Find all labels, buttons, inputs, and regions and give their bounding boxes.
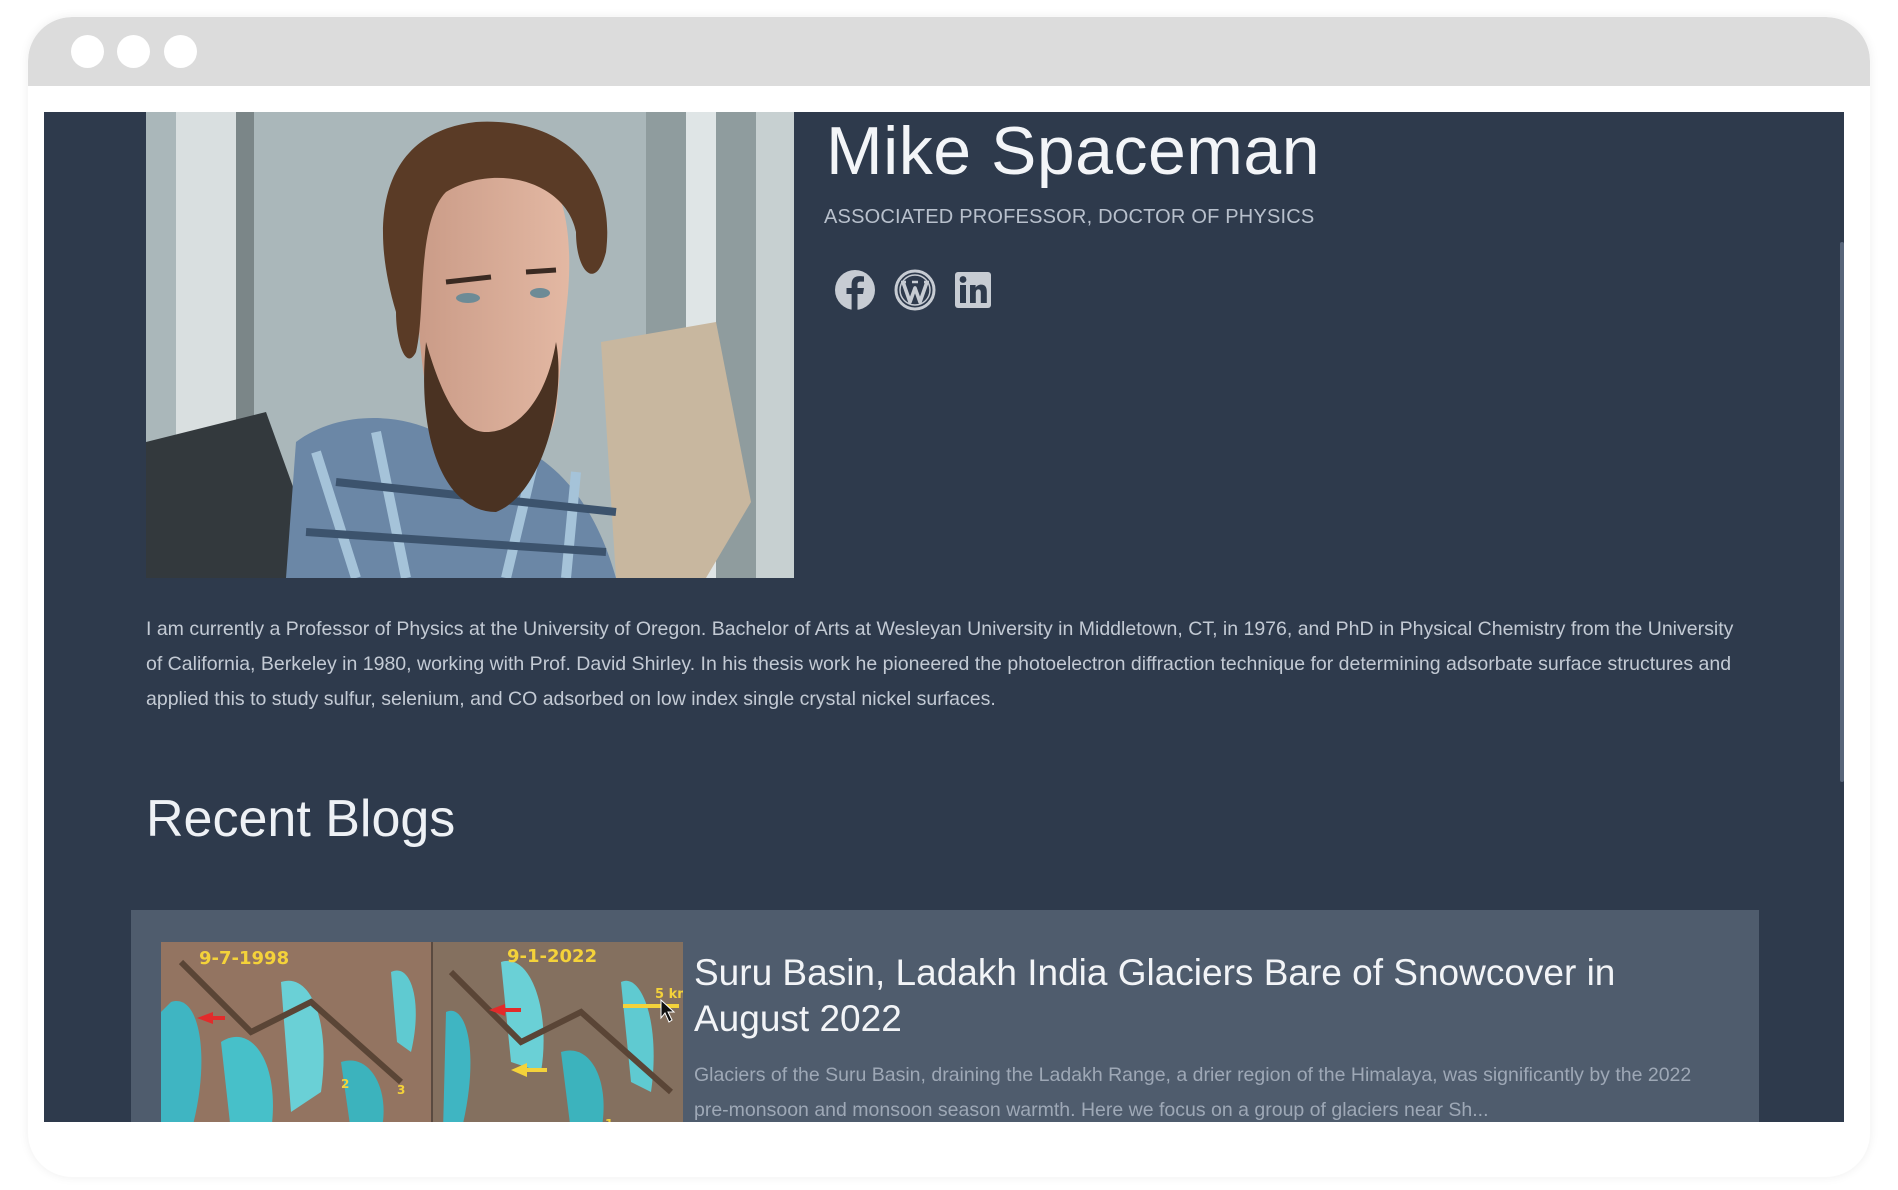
thumb-glacier-3: 3	[397, 1083, 405, 1097]
blog-thumbnail[interactable]: 9-7-1998 9-1-2022 5 km 2 3 1	[161, 942, 683, 1122]
profile-photo-image	[146, 112, 794, 578]
thumb-glacier-2: 2	[341, 1077, 349, 1091]
page-viewport: Mike Spaceman ASSOCIATED PROFESSOR, DOCT…	[44, 112, 1844, 1122]
profile-bio: I am currently a Professor of Physics at…	[146, 618, 1734, 710]
facebook-icon[interactable]	[832, 267, 878, 313]
profile-name: Mike Spaceman	[826, 113, 1321, 189]
profile-title: ASSOCIATED PROFESSOR, DOCTOR OF PHYSICS	[824, 206, 1315, 228]
window-titlebar	[28, 17, 1870, 86]
thumb-date-left: 9-7-1998	[199, 948, 289, 969]
blog-card[interactable]: 9-7-1998 9-1-2022 5 km 2 3 1 Suru Basin,…	[131, 910, 1759, 1122]
thumb-glacier-1: 1	[605, 1117, 613, 1122]
linkedin-icon[interactable]	[950, 267, 996, 313]
wordpress-icon[interactable]	[892, 267, 938, 313]
window-dot-3[interactable]	[164, 35, 197, 68]
blog-excerpt: Glaciers of the Suru Basin, draining the…	[694, 1064, 1692, 1121]
scrollbar[interactable]	[1840, 242, 1844, 782]
recent-blogs-heading: Recent Blogs	[146, 790, 456, 848]
window-dot-2[interactable]	[117, 35, 150, 68]
blog-title[interactable]: Suru Basin, Ladakh India Glaciers Bare o…	[694, 950, 1694, 1042]
window-dot-1[interactable]	[71, 35, 104, 68]
profile-photo	[146, 112, 794, 578]
thumb-date-right: 9-1-2022	[507, 946, 597, 967]
thumb-scale: 5 km	[655, 987, 683, 1002]
